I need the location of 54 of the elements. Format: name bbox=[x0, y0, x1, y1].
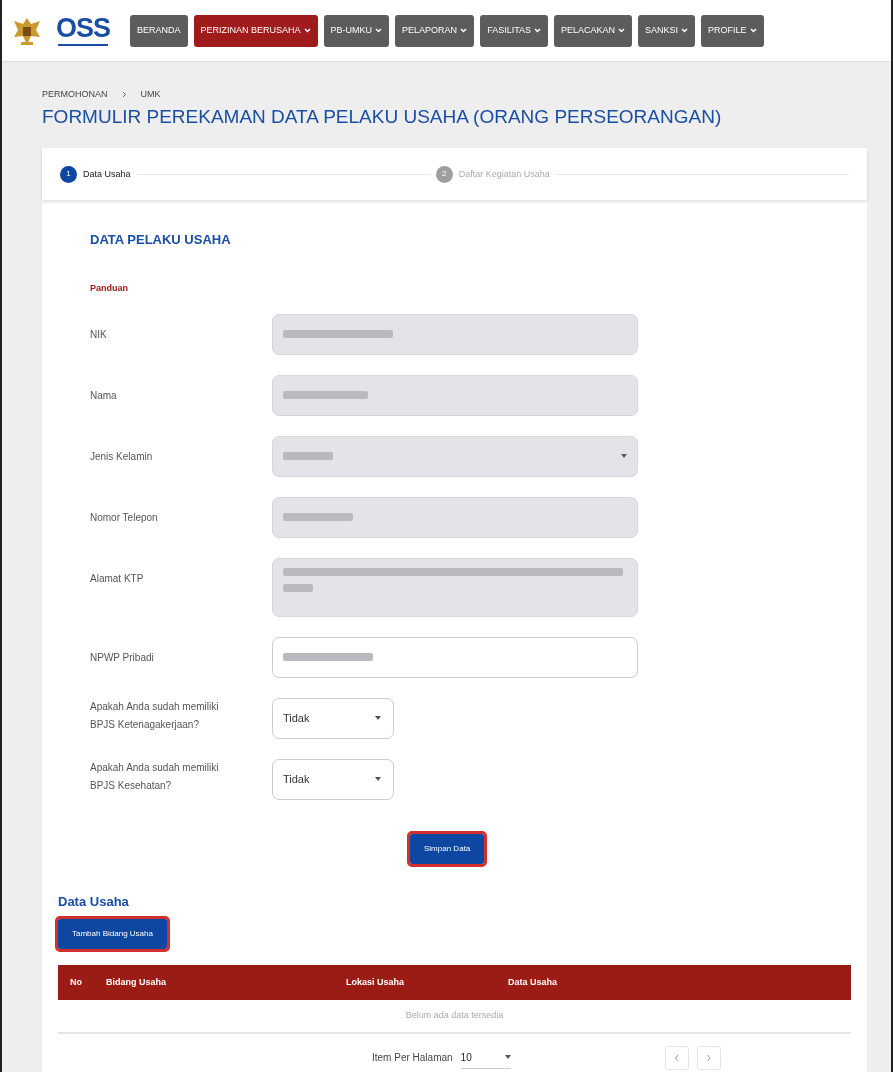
field-label: NPWP Pribadi bbox=[90, 650, 155, 665]
input-field[interactable] bbox=[272, 636, 638, 678]
column-header: No bbox=[69, 976, 83, 990]
next-page-button[interactable] bbox=[696, 1045, 721, 1070]
nav-button[interactable]: PERIZINAN BERUSAHA bbox=[193, 14, 318, 47]
field-label: Nama bbox=[90, 388, 118, 403]
input-field[interactable] bbox=[272, 313, 638, 355]
redacted-text bbox=[283, 583, 313, 592]
redacted-text bbox=[283, 452, 333, 461]
input-field[interactable] bbox=[272, 374, 638, 416]
select-field[interactable]: Tidak bbox=[272, 758, 394, 800]
guide-link[interactable]: Panduan bbox=[90, 282, 128, 293]
breadcrumb-item[interactable]: PERMOHONAN bbox=[42, 88, 108, 102]
field-label: Jenis Kelamin bbox=[90, 449, 154, 464]
nav-button[interactable]: PELAPORAN bbox=[395, 14, 475, 47]
step-label[interactable]: Data Usaha bbox=[83, 167, 131, 182]
chevron-right-icon bbox=[705, 1053, 712, 1062]
pagination-label: Item Per Halaman bbox=[372, 1051, 453, 1066]
select-field[interactable]: Tidak bbox=[272, 697, 394, 739]
caret-icon bbox=[621, 454, 627, 459]
previous-page-button[interactable] bbox=[664, 1045, 689, 1070]
save-button[interactable]: Simpan Data bbox=[410, 833, 485, 864]
nav-button[interactable]: SANKSI bbox=[638, 14, 696, 47]
add-business-button[interactable]: Tambah Bidang Usaha bbox=[58, 919, 167, 950]
empty-message: Belum ada data tersedia bbox=[58, 1000, 851, 1034]
field-label: Apakah Anda sudah memiliki BPJS Ketenagakerjaan? bbox=[90, 699, 220, 732]
page-title: FORMULIR PEREKAMAN DATA PELAKU USAHA (ORANG PERSEORANGAN) bbox=[42, 105, 723, 129]
field-label: NIK bbox=[90, 327, 108, 342]
textarea-field[interactable] bbox=[272, 557, 638, 617]
section-title: DATA PELAKU USAHA bbox=[90, 231, 232, 250]
nav-button[interactable]: BERANDA bbox=[130, 14, 188, 47]
caret-icon bbox=[375, 777, 381, 782]
column-header: Bidang Usaha bbox=[106, 976, 167, 990]
field-label: Apakah Anda sudah memiliki BPJS Kesehatan? bbox=[90, 760, 220, 793]
nav-button[interactable]: PROFILE bbox=[701, 14, 764, 47]
page-size-select[interactable]: 10 bbox=[460, 1046, 511, 1069]
chevron-right-icon bbox=[121, 91, 127, 99]
step-number[interactable]: 1 bbox=[60, 165, 77, 183]
logo-text: OSS bbox=[56, 15, 111, 42]
caret-icon bbox=[375, 716, 381, 721]
column-header: Data Usaha bbox=[508, 976, 558, 990]
field-label: Nomor Telepon bbox=[90, 510, 159, 525]
field-label: Alamat KTP bbox=[90, 571, 145, 586]
nav-button[interactable]: FASILITAS bbox=[480, 14, 548, 47]
caret-icon bbox=[504, 1055, 511, 1060]
nav-button[interactable]: PB-UMKU bbox=[323, 14, 390, 47]
breadcrumb-item: UMK bbox=[140, 88, 161, 101]
nav-button[interactable]: PELACAKAN bbox=[554, 14, 632, 47]
section-title: Data Usaha bbox=[58, 892, 130, 911]
chevron-left-icon bbox=[673, 1053, 680, 1062]
select-field[interactable] bbox=[272, 435, 638, 477]
input-field[interactable] bbox=[272, 496, 638, 538]
column-header: Lokasi Usaha bbox=[346, 976, 406, 990]
redacted-text bbox=[283, 513, 353, 522]
